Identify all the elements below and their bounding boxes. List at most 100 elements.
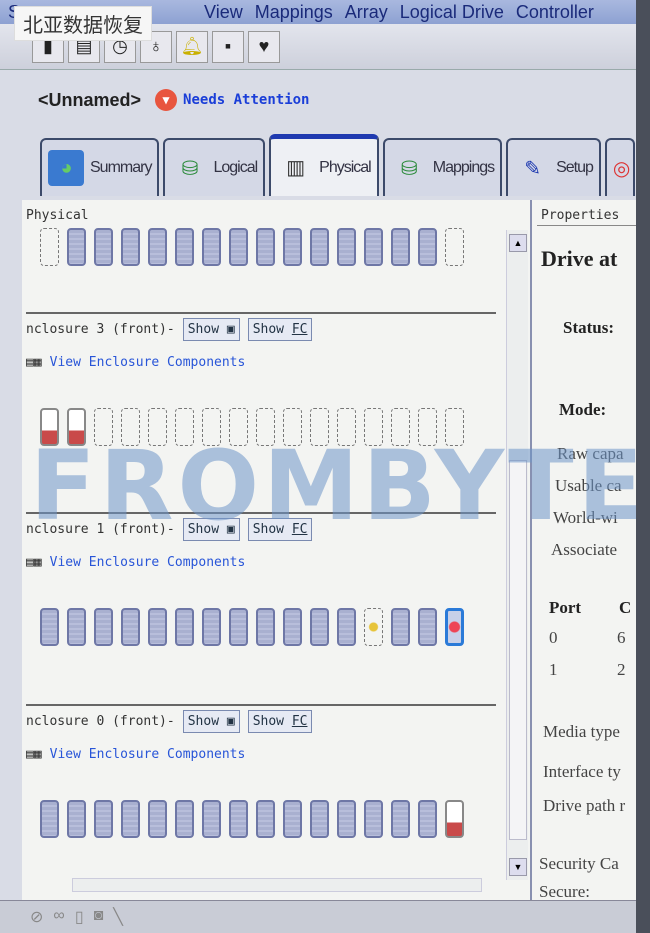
link-icon[interactable]: ∞ <box>53 907 64 927</box>
heart-icon[interactable]: ♥ <box>248 30 280 63</box>
drive-slot-ok[interactable] <box>67 800 86 838</box>
drive-slot-ok[interactable] <box>148 608 167 646</box>
drive-slot-ok[interactable] <box>337 608 356 646</box>
drive-slot-ok[interactable] <box>418 228 437 266</box>
drive-slot-ok[interactable] <box>94 800 113 838</box>
menu-view[interactable]: View <box>204 2 243 23</box>
camera-icon[interactable]: ◙ <box>94 907 104 927</box>
drive-slot-empty[interactable] <box>121 408 140 446</box>
drive-slot-ok[interactable] <box>175 228 194 266</box>
drive-slot-ok[interactable] <box>148 228 167 266</box>
menu-controller[interactable]: Controller <box>516 2 594 23</box>
drive-slot-ok[interactable] <box>148 800 167 838</box>
tab-setup[interactable]: ✎ Setup <box>506 138 601 196</box>
drive-slot-failed[interactable] <box>40 408 59 446</box>
drive-slot-ok[interactable] <box>391 800 410 838</box>
status-indicator[interactable]: ▼ Needs Attention <box>155 89 309 111</box>
drive-slot-empty[interactable] <box>202 408 221 446</box>
drive-slot-ok[interactable] <box>283 228 302 266</box>
drive-slot-ok[interactable] <box>229 800 248 838</box>
drive-slot-failed[interactable] <box>445 800 464 838</box>
drive-slot-ok[interactable] <box>364 228 383 266</box>
drive-slot-ok[interactable] <box>67 608 86 646</box>
show-drives-button[interactable]: Show ▣ <box>182 318 240 341</box>
scroll-down-button[interactable]: ▼ <box>509 858 527 876</box>
drive-slot-ok[interactable] <box>121 608 140 646</box>
drive-slot-ok[interactable] <box>229 228 248 266</box>
show-fc-button[interactable]: Show FC <box>247 710 313 733</box>
drive-slot-ok[interactable] <box>418 800 437 838</box>
horizontal-scrollbar[interactable] <box>72 878 482 892</box>
drive-slot-empty[interactable] <box>148 408 167 446</box>
drive-slot-ok[interactable] <box>364 800 383 838</box>
drive-slot-ok[interactable] <box>94 608 113 646</box>
scroll-up-button[interactable]: ▲ <box>509 234 527 252</box>
drive-slot-ok[interactable] <box>283 800 302 838</box>
menu-mappings[interactable]: Mappings <box>255 2 333 23</box>
drive-slot-ok[interactable] <box>337 228 356 266</box>
drive-slot-ok[interactable] <box>337 800 356 838</box>
drive-slot-ok[interactable] <box>202 228 221 266</box>
drive-slot-empty[interactable] <box>391 408 410 446</box>
tab-summary[interactable]: ◕ Summary <box>40 138 160 196</box>
tab-mappings[interactable]: ⛁ Mappings <box>382 138 503 196</box>
drive-slot-empty[interactable] <box>40 228 59 266</box>
menu-array[interactable]: Array <box>345 2 388 23</box>
drive-slot-ok[interactable] <box>391 608 410 646</box>
drive-slot-ok[interactable] <box>310 608 329 646</box>
drive-slot-empty[interactable] <box>283 408 302 446</box>
menu-logical-drive[interactable]: Logical Drive <box>400 2 504 23</box>
drive-slot-ok[interactable] <box>418 608 437 646</box>
drive-slot-ok[interactable] <box>256 800 275 838</box>
drive-slot-empty[interactable] <box>337 408 356 446</box>
drive-slot-ok[interactable] <box>175 800 194 838</box>
drive-slot-empty[interactable] <box>364 408 383 446</box>
drive-slot-ok[interactable] <box>121 228 140 266</box>
scroll-thumb[interactable] <box>509 460 527 840</box>
disconnect-icon[interactable]: ⊘ <box>30 907 43 927</box>
show-fc-button[interactable]: Show FC <box>247 318 313 341</box>
drive-slot-spare[interactable] <box>364 608 383 646</box>
drive-slot-ok[interactable] <box>256 228 275 266</box>
drive-slot-empty[interactable] <box>310 408 329 446</box>
drive-slot-empty[interactable] <box>418 408 437 446</box>
port-header: Port <box>549 598 582 617</box>
alarm-bell-icon[interactable]: 🔔︎ <box>176 30 208 63</box>
plug-icon[interactable]: ▪ <box>212 30 244 63</box>
drive-slot-ok[interactable] <box>202 608 221 646</box>
drive-slot-ok[interactable] <box>40 608 59 646</box>
vertical-scrollbar[interactable]: ▲ ▼ <box>506 230 528 880</box>
drive-slot-ok[interactable] <box>175 608 194 646</box>
show-drives-button[interactable]: Show ▣ <box>182 710 240 733</box>
disk-icon[interactable]: ▯ <box>75 907 84 927</box>
drive-slot-ok[interactable] <box>229 608 248 646</box>
drive-slot-ok[interactable] <box>310 800 329 838</box>
drive-slot-empty[interactable] <box>445 408 464 446</box>
field-label: Interface ty <box>543 762 621 781</box>
drive-slot-ok[interactable] <box>391 228 410 266</box>
drive-slot-ok[interactable] <box>40 800 59 838</box>
view-enclosure-components-link[interactable]: ▤▦ View Enclosure Components <box>26 355 491 370</box>
view-enclosure-components-link[interactable]: ▤▦ View Enclosure Components <box>26 747 491 762</box>
drive-slot-failed[interactable] <box>67 408 86 446</box>
drive-slot-selected[interactable] <box>445 608 464 646</box>
drive-slot-empty[interactable] <box>229 408 248 446</box>
show-drives-button[interactable]: Show ▣ <box>182 518 240 541</box>
drive-slot-empty[interactable] <box>445 228 464 266</box>
drive-slot-ok[interactable] <box>256 608 275 646</box>
drive-slot-ok[interactable] <box>121 800 140 838</box>
show-fc-button[interactable]: Show FC <box>247 518 313 541</box>
drive-slot-empty[interactable] <box>175 408 194 446</box>
drive-slot-ok[interactable] <box>310 228 329 266</box>
drive-slot-ok[interactable] <box>67 228 86 266</box>
drive-slot-ok[interactable] <box>283 608 302 646</box>
view-enclosure-components-link[interactable]: ▤▦ View Enclosure Components <box>26 555 491 570</box>
tab-physical[interactable]: ▥ Physical <box>269 134 379 196</box>
tools-icon[interactable]: ╲ <box>113 907 123 927</box>
drive-slot-empty[interactable] <box>94 408 113 446</box>
tab-help[interactable]: ◎ <box>604 138 635 196</box>
drive-slot-empty[interactable] <box>256 408 275 446</box>
tab-logical[interactable]: ⛁ Logical <box>163 138 266 196</box>
drive-slot-ok[interactable] <box>94 228 113 266</box>
drive-slot-ok[interactable] <box>202 800 221 838</box>
